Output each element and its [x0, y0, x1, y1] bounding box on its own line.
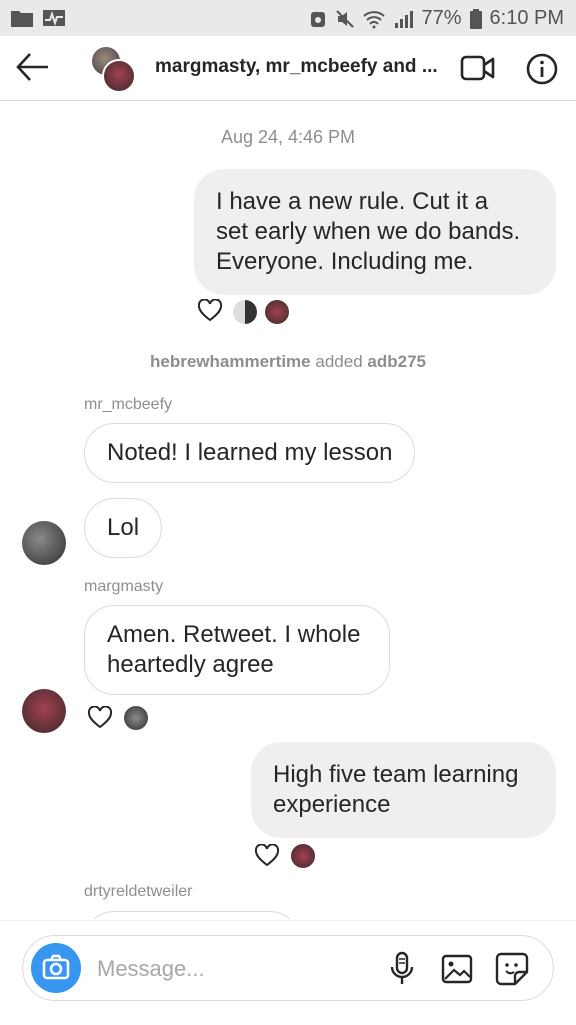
seen-avatar — [291, 844, 315, 868]
seen-avatar — [233, 300, 257, 324]
heart-icon[interactable] — [254, 844, 280, 868]
message-line: Amen. Retweet. I whole — [107, 621, 361, 648]
group-avatar[interactable] — [90, 45, 136, 93]
signal-icon — [395, 10, 414, 28]
message-input-box — [22, 935, 554, 1001]
message-bubble-outgoing[interactable]: High five team learning experience — [251, 742, 556, 838]
heart-icon[interactable] — [87, 706, 113, 730]
message-line: Everyone. Including me. — [216, 248, 474, 275]
clock: 6:10 PM — [489, 7, 564, 29]
microphone-icon[interactable] — [387, 950, 417, 988]
message-bubble-incoming[interactable] — [84, 911, 300, 919]
message-line: I have a new rule. Cut it a — [216, 188, 489, 215]
folder-icon — [11, 11, 33, 27]
battery-icon — [469, 8, 482, 29]
message-line: heartedly agree — [107, 651, 274, 678]
message-line: set early when we do bands. — [216, 218, 521, 245]
info-icon[interactable] — [525, 52, 559, 86]
message-line: High five team learning — [273, 761, 519, 788]
sticker-icon[interactable] — [495, 952, 529, 986]
video-call-icon[interactable] — [460, 54, 496, 82]
alarm-icon — [311, 11, 326, 27]
system-event-actor[interactable]: hebrewhammertime — [150, 352, 311, 371]
activity-icon — [43, 10, 65, 27]
message-bubble-incoming[interactable]: Amen. Retweet. I whole heartedly agree — [84, 605, 390, 695]
seen-avatar — [265, 300, 289, 324]
message-input[interactable] — [95, 952, 379, 986]
thread-header: margmasty, mr_mcbeefy and ... — [0, 36, 576, 101]
camera-button[interactable] — [31, 943, 81, 993]
message-composer — [0, 920, 576, 1025]
message-text: Noted! I learned my lesson — [107, 439, 393, 466]
back-arrow-icon[interactable] — [14, 50, 52, 84]
message-bubble-incoming[interactable]: Noted! I learned my lesson — [84, 423, 416, 483]
system-event-action: added — [315, 352, 363, 371]
sender-name: margmasty — [84, 578, 164, 595]
avatar[interactable] — [22, 689, 66, 733]
message-thread[interactable]: Aug 24, 4:46 PM I have a new rule. Cut i… — [0, 101, 576, 919]
seen-avatar — [124, 706, 148, 730]
sender-name: mr_mcbeefy — [84, 396, 173, 413]
mute-icon — [336, 9, 355, 28]
battery-percent: 77% — [421, 7, 462, 29]
system-event: hebrewhammertime added adb275 — [0, 352, 576, 372]
wifi-icon — [363, 10, 386, 28]
message-bubble-incoming[interactable]: Lol — [84, 498, 163, 558]
message-bubble-outgoing[interactable]: I have a new rule. Cut it a set early wh… — [194, 169, 556, 295]
thread-title[interactable]: margmasty, mr_mcbeefy and ... — [155, 56, 438, 78]
system-event-target[interactable]: adb275 — [367, 352, 426, 371]
message-timestamp: Aug 24, 4:46 PM — [220, 127, 356, 147]
sender-name: drtyreldetweiler — [84, 883, 193, 900]
status-bar: 77% 6:10 PM — [0, 0, 576, 36]
camera-icon — [42, 954, 70, 980]
gallery-icon[interactable] — [441, 954, 473, 984]
message-text: Lol — [107, 514, 140, 541]
heart-icon[interactable] — [197, 299, 223, 323]
avatar[interactable] — [22, 521, 66, 565]
avatar — [102, 59, 136, 93]
message-line: experience — [273, 791, 391, 818]
